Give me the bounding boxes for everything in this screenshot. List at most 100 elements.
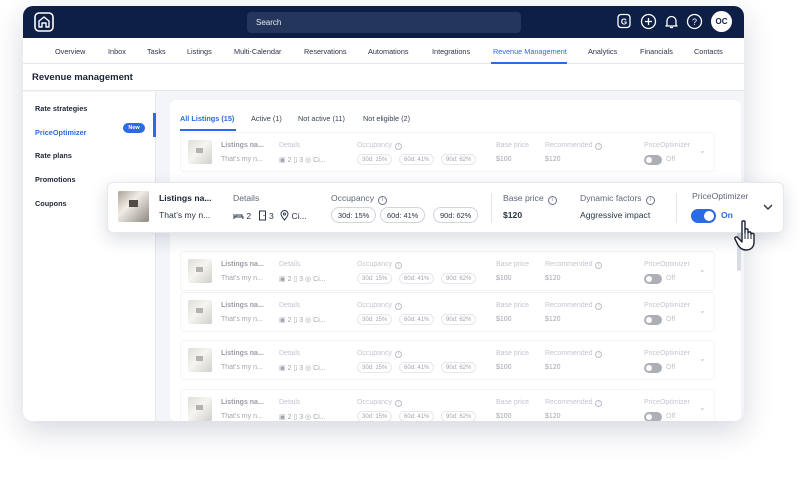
details-label: Details bbox=[233, 193, 260, 203]
nav-integrations[interactable]: Integrations bbox=[432, 47, 470, 56]
guidebook-icon[interactable]: G bbox=[616, 13, 633, 30]
info-icon[interactable]: i bbox=[595, 303, 603, 310]
priceoptimizer-label: PriceOptimizer bbox=[644, 350, 690, 357]
listing-name[interactable]: Listings na... bbox=[221, 302, 264, 309]
location-pin-icon: ◎ bbox=[305, 414, 312, 421]
tab-not-eligible[interactable]: Not eligible (2) bbox=[363, 114, 410, 123]
door-icon: ▯ bbox=[293, 365, 298, 372]
occupancy-90d: 90d: 62% bbox=[441, 362, 477, 373]
occupancy-60d: 60d: 41% bbox=[399, 314, 435, 325]
info-icon[interactable]: i bbox=[395, 143, 403, 150]
info-icon[interactable]: i bbox=[395, 262, 403, 269]
recommended-value: $120 bbox=[545, 275, 561, 282]
info-icon[interactable]: i bbox=[547, 196, 557, 205]
listing-row[interactable]: Listings na... That's my n... Details ▣ … bbox=[180, 292, 715, 332]
recommended-value: $120 bbox=[545, 156, 561, 163]
svg-text:?: ? bbox=[692, 17, 697, 27]
priceoptimizer-toggle[interactable] bbox=[644, 412, 662, 421]
listing-row[interactable]: Listings na... That's my n... Details ▣ … bbox=[180, 132, 715, 172]
info-icon[interactable]: i bbox=[595, 351, 603, 358]
toggle-off-label: Off bbox=[666, 413, 676, 420]
listing-name[interactable]: Listings na... bbox=[221, 350, 264, 357]
sidebar-item-rate-strategies[interactable]: Rate strategies bbox=[35, 104, 87, 113]
avatar[interactable]: OC bbox=[711, 11, 732, 32]
bathrooms-count: 3 bbox=[299, 157, 304, 164]
search-input[interactable]: Search bbox=[247, 12, 521, 33]
location-pin-icon: ◎ bbox=[305, 317, 312, 324]
listing-name[interactable]: Listings na... bbox=[221, 261, 264, 268]
chevron-down-icon[interactable]: ⌄ bbox=[699, 306, 706, 315]
nav-inbox[interactable]: Inbox bbox=[108, 47, 126, 56]
priceoptimizer-toggle[interactable] bbox=[691, 209, 716, 223]
listing-name[interactable]: Listings na... bbox=[221, 142, 264, 149]
highlighted-listing-card[interactable]: Listings na... That's my n... Details 2 … bbox=[107, 182, 784, 233]
top-bar: Search G ? OC bbox=[23, 6, 744, 38]
info-icon[interactable]: i bbox=[595, 262, 603, 269]
nav-tasks[interactable]: Tasks bbox=[147, 47, 166, 56]
home-logo-icon[interactable] bbox=[34, 12, 54, 32]
tab-not-active[interactable]: Not active (11) bbox=[298, 114, 345, 123]
nav-overview[interactable]: Overview bbox=[55, 47, 85, 56]
listing-photo bbox=[188, 348, 212, 372]
bell-icon[interactable] bbox=[663, 13, 680, 30]
occupancy-30d: 30d: 15% bbox=[331, 207, 377, 223]
chevron-down-icon[interactable]: ⌄ bbox=[699, 146, 706, 155]
listing-name[interactable]: Listings na... bbox=[159, 193, 212, 203]
priceoptimizer-toggle[interactable] bbox=[644, 315, 662, 325]
listing-row[interactable]: Listings na... That's my n... Details ▣ … bbox=[180, 389, 715, 421]
info-icon[interactable]: i bbox=[378, 196, 387, 205]
listing-row[interactable]: Listings na... That's my n... Details ▣ … bbox=[180, 340, 715, 380]
info-icon[interactable]: i bbox=[395, 303, 403, 310]
nav-reservations[interactable]: Reservations bbox=[304, 47, 347, 56]
page-header: Revenue management bbox=[23, 64, 744, 91]
nav-revenue-management[interactable]: Revenue Management bbox=[493, 47, 567, 56]
occupancy-label: Occupancy i bbox=[357, 261, 403, 269]
info-icon[interactable]: i bbox=[595, 143, 603, 150]
listing-row[interactable]: Listings na... That's my n... Details ▣ … bbox=[180, 251, 715, 291]
help-icon[interactable]: ? bbox=[686, 13, 703, 30]
door-icon: ▯ bbox=[293, 414, 298, 421]
add-icon[interactable] bbox=[640, 13, 657, 30]
nav-contacts[interactable]: Contacts bbox=[694, 47, 723, 56]
priceoptimizer-toggle[interactable] bbox=[644, 274, 662, 284]
chevron-down-icon[interactable]: ⌄ bbox=[699, 403, 706, 412]
priceoptimizer-toggle[interactable] bbox=[644, 155, 662, 165]
toggle-on-label: On bbox=[721, 210, 733, 220]
chevron-down-icon[interactable]: ⌄ bbox=[699, 265, 706, 274]
sidebar-item-priceoptimizer[interactable]: PriceOptimizer bbox=[35, 128, 87, 137]
info-icon[interactable]: i bbox=[395, 351, 403, 358]
bathrooms-count: 3 bbox=[299, 317, 304, 324]
nav-financials[interactable]: Financials bbox=[640, 47, 673, 56]
listing-photo bbox=[188, 259, 212, 283]
recommended-label: Recommended i bbox=[545, 261, 603, 269]
sidebar: Rate strategies PriceOptimizer New Rate … bbox=[23, 92, 156, 421]
tab-all-listings[interactable]: All Listings (15) bbox=[180, 114, 234, 123]
info-icon[interactable]: i bbox=[395, 400, 403, 407]
chevron-down-icon[interactable] bbox=[763, 203, 773, 211]
base-price-value: $100 bbox=[496, 316, 512, 323]
bed-icon: ▣ bbox=[279, 317, 286, 324]
door-icon: ▯ bbox=[293, 317, 298, 324]
nav-listings[interactable]: Listings bbox=[187, 47, 212, 56]
sidebar-item-coupons[interactable]: Coupons bbox=[35, 199, 67, 208]
sidebar-item-promotions[interactable]: Promotions bbox=[35, 175, 76, 184]
info-icon[interactable]: i bbox=[595, 400, 603, 407]
hand-pointer-cursor-icon bbox=[734, 220, 755, 251]
info-icon[interactable]: i bbox=[645, 196, 655, 205]
details-label: Details bbox=[279, 399, 301, 406]
priceoptimizer-toggle[interactable] bbox=[644, 363, 662, 373]
listing-description: That's my n... bbox=[221, 156, 263, 163]
chevron-down-icon[interactable]: ⌄ bbox=[699, 354, 706, 363]
occupancy-label: Occupancy i bbox=[357, 350, 403, 358]
divider bbox=[491, 193, 492, 223]
nav-multi-calendar[interactable]: Multi-Calendar bbox=[234, 47, 281, 56]
listing-name[interactable]: Listings na... bbox=[221, 399, 264, 406]
city: Ci... bbox=[291, 211, 307, 221]
base-price-value: $100 bbox=[496, 156, 512, 163]
sidebar-item-rate-plans[interactable]: Rate plans bbox=[35, 151, 72, 160]
bedrooms-count: 2 bbox=[287, 365, 292, 372]
tab-active[interactable]: Active (1) bbox=[251, 114, 282, 123]
nav-analytics[interactable]: Analytics bbox=[588, 47, 617, 56]
base-price-label: Base price bbox=[496, 142, 530, 149]
nav-automations[interactable]: Automations bbox=[368, 47, 409, 56]
